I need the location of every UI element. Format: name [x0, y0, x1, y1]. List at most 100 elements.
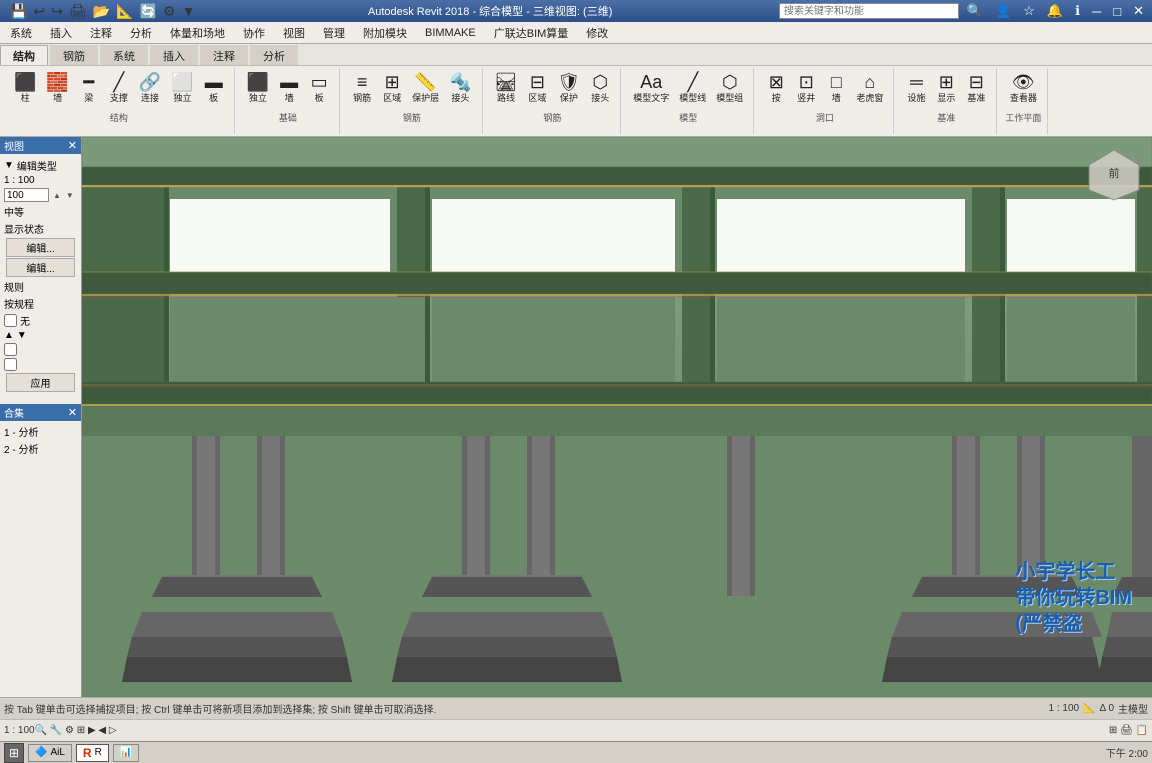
- beam-button[interactable]: ━梁: [75, 70, 103, 107]
- viewport[interactable]: 前 小宇学长工 带你玩转BIM (严禁盗: [82, 137, 1152, 697]
- menu-annotate[interactable]: 注释: [82, 23, 120, 43]
- search-icon[interactable]: 🔍: [963, 3, 987, 19]
- wall-button[interactable]: 🧱墙: [42, 70, 72, 107]
- edit-btn-1[interactable]: 编辑...: [6, 238, 75, 257]
- wall-open-button[interactable]: □墙: [822, 70, 850, 107]
- menu-massing[interactable]: 体量和场地: [162, 23, 233, 43]
- zone-button[interactable]: ⊟区域: [523, 70, 551, 107]
- expand-icon-3[interactable]: ▼: [17, 330, 27, 341]
- menu-addins[interactable]: 附加模块: [355, 23, 415, 43]
- measure-icon[interactable]: 📐: [114, 3, 135, 20]
- start-button[interactable]: ⊞: [4, 743, 24, 763]
- analysis-2-label: 2 - 分析: [4, 441, 38, 456]
- settings-icon[interactable]: ⚙: [161, 3, 178, 20]
- title-controls[interactable]: 🔍 👤 ☆ 🔔 ℹ ─ □ ✕: [779, 3, 1148, 19]
- print-icon[interactable]: 🖨: [67, 3, 89, 20]
- wall-found-button[interactable]: ▬墙: [275, 70, 303, 107]
- isolated-found-button[interactable]: ⬛独立: [243, 70, 273, 107]
- apply-btn[interactable]: 应用: [6, 373, 75, 392]
- column-button[interactable]: ⬛柱: [10, 70, 40, 107]
- expand-icon-2[interactable]: ▲: [4, 330, 14, 341]
- menu-view[interactable]: 视图: [275, 23, 313, 43]
- model-text-button[interactable]: Aa模型文字: [629, 70, 673, 107]
- slab-found-button[interactable]: ▭板: [305, 70, 333, 107]
- search-input[interactable]: [779, 3, 959, 19]
- scale-up-arrow[interactable]: ▲: [52, 191, 62, 200]
- menu-modify[interactable]: 修改: [578, 23, 616, 43]
- nav-cube[interactable]: 前: [1084, 145, 1144, 205]
- sync-icon[interactable]: 🔄: [138, 3, 159, 20]
- ref-plane-button[interactable]: ⊟基准: [962, 70, 990, 107]
- menu-manage[interactable]: 管理: [315, 23, 353, 43]
- tab-structure[interactable]: 结构: [0, 45, 48, 65]
- brace-button[interactable]: ╱支撑: [105, 70, 133, 107]
- checkbox-2[interactable]: [4, 358, 17, 371]
- panel-openings-label: 钢筋: [543, 111, 561, 124]
- app-excel[interactable]: 📊: [113, 744, 139, 762]
- minimize-button[interactable]: ─: [1088, 4, 1105, 19]
- info-icon[interactable]: ℹ: [1071, 3, 1084, 19]
- edit-btn-2[interactable]: 编辑...: [6, 258, 75, 277]
- tab-system[interactable]: 系统: [100, 45, 148, 65]
- app-revit[interactable]: R R: [76, 744, 109, 762]
- dropdown-icon[interactable]: ▼: [180, 3, 198, 19]
- app-ail[interactable]: 🔷 AiL: [28, 744, 72, 762]
- none-checkbox[interactable]: [4, 314, 17, 327]
- analysis-1-row: 1 - 分析: [4, 423, 77, 440]
- menu-collaborate[interactable]: 协作: [235, 23, 273, 43]
- panel-opening: ⊠按 ⊡竖井 □墙 ⌂老虎窗 洞口: [756, 68, 894, 134]
- dormer-button[interactable]: ⌂老虎窗: [852, 70, 887, 107]
- close-button[interactable]: ✕: [1129, 3, 1148, 19]
- protect-button[interactable]: 🛡保护: [553, 70, 584, 107]
- maximize-button[interactable]: □: [1109, 4, 1125, 19]
- grid-button[interactable]: ⊞显示: [932, 70, 960, 107]
- slab-button[interactable]: ▬板: [200, 70, 228, 107]
- rebar-button[interactable]: ≡钢筋: [348, 70, 376, 107]
- coupler-button[interactable]: 🔩接头: [445, 70, 475, 107]
- tab-annotate[interactable]: 注释: [200, 45, 248, 65]
- collection-close[interactable]: ✕: [68, 406, 77, 419]
- scale-input[interactable]: [4, 188, 49, 202]
- model-line-button[interactable]: ╱模型线: [675, 70, 710, 107]
- save-icon[interactable]: 💾: [8, 3, 29, 20]
- title-bar: 💾 ↩ ↪ 🖨 📂 📐 🔄 ⚙ ▼ Autodesk Revit 2018 - …: [0, 0, 1152, 22]
- quick-access-toolbar[interactable]: 💾 ↩ ↪ 🖨 📂 📐 🔄 ⚙ ▼: [4, 3, 201, 20]
- expand-icon[interactable]: ▼: [4, 160, 14, 171]
- model-group-button[interactable]: ⬡模型组: [712, 70, 747, 107]
- tab-steel[interactable]: 钢筋: [50, 45, 98, 65]
- by-face-button[interactable]: ⊠按: [762, 70, 790, 107]
- menu-insert[interactable]: 插入: [42, 23, 80, 43]
- bell-icon[interactable]: 🔔: [1043, 3, 1067, 19]
- menu-glodon[interactable]: 广联达BIM算量: [486, 23, 577, 43]
- user-icon[interactable]: 👤: [991, 3, 1015, 19]
- shaft-button[interactable]: ⊡竖井: [792, 70, 820, 107]
- menu-bimmake[interactable]: BIMMAKE: [417, 25, 484, 41]
- area-rebar-button[interactable]: ⊞区域: [378, 70, 406, 107]
- open-icon[interactable]: 📂: [91, 3, 112, 20]
- connection-button[interactable]: 🔗连接: [135, 70, 165, 107]
- redo-icon[interactable]: ↪: [49, 3, 65, 20]
- rules-label: 规则: [4, 279, 24, 294]
- star-icon[interactable]: ☆: [1019, 3, 1039, 19]
- viewer-button[interactable]: 👁查看器: [1006, 70, 1041, 107]
- scale-down-arrow[interactable]: ▼: [65, 191, 75, 200]
- detail-level-row: 中等: [4, 203, 77, 220]
- route-button[interactable]: 🛤路线: [491, 70, 522, 107]
- menu-analyze[interactable]: 分析: [122, 23, 160, 43]
- scale-row: 1 : 100: [4, 174, 77, 187]
- slot-button[interactable]: ⬡接头: [586, 70, 614, 107]
- edit-type-label: 编辑类型: [17, 158, 57, 173]
- isolated-button[interactable]: ⬜独立: [167, 70, 197, 107]
- panel-workplane: 👁查看器 工作平面: [999, 68, 1048, 134]
- properties-close[interactable]: ✕: [68, 139, 77, 152]
- undo-icon[interactable]: ↩: [31, 3, 47, 20]
- watermark-line2: 带你玩转BIM: [1015, 585, 1132, 611]
- ribbon-tab-bar[interactable]: 结构 钢筋 系统 插入 注释 分析: [0, 44, 1152, 66]
- checkbox-1[interactable]: [4, 343, 17, 356]
- app-revit-label: R: [95, 747, 102, 758]
- level-button[interactable]: ═设施: [902, 70, 930, 107]
- cover-button[interactable]: 📏保护层: [408, 70, 443, 107]
- tab-analyze[interactable]: 分析: [250, 45, 298, 65]
- menu-system[interactable]: 系统: [2, 23, 40, 43]
- tab-insert[interactable]: 插入: [150, 45, 198, 65]
